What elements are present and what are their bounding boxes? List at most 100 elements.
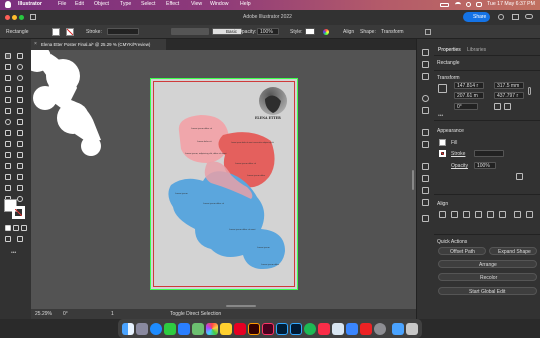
stroke-swatch-panel[interactable] — [439, 150, 446, 157]
brushes-panel-icon[interactable] — [422, 129, 429, 136]
properties-panel-icon[interactable] — [422, 49, 429, 56]
apple-icon[interactable] — [5, 1, 11, 8]
gradient-tool-icon[interactable] — [17, 152, 23, 158]
tab-properties[interactable]: Properties — [438, 48, 461, 53]
lasso-tool-icon[interactable] — [17, 64, 23, 70]
symbols-panel-icon[interactable] — [422, 141, 429, 148]
photos-icon[interactable] — [206, 323, 218, 335]
stroke-swatch[interactable] — [66, 28, 74, 36]
maps-icon[interactable] — [192, 323, 204, 335]
trash-icon[interactable] — [406, 323, 418, 335]
width-tool-icon[interactable] — [5, 130, 11, 136]
color-panel-icon[interactable] — [422, 95, 429, 102]
rotate-tool-icon[interactable] — [5, 119, 11, 125]
opacity-panel-field[interactable]: 100% — [474, 162, 496, 169]
opacity-field[interactable]: 100% — [257, 28, 279, 35]
artboard-tool-icon[interactable] — [5, 185, 11, 191]
variable-width-field[interactable] — [171, 28, 209, 35]
stroke-color-icon[interactable] — [12, 206, 25, 219]
menu-type[interactable]: Type — [120, 1, 131, 7]
lightroom-icon[interactable] — [290, 323, 302, 335]
free-transform-tool-icon[interactable] — [17, 130, 23, 136]
mesh-tool-icon[interactable] — [5, 152, 11, 158]
share-button[interactable]: Share — [463, 12, 490, 22]
flip-vertical-icon[interactable] — [504, 103, 511, 110]
zoom-window-icon[interactable] — [19, 15, 24, 20]
fill-swatch[interactable] — [52, 28, 60, 36]
color-mode-icon[interactable] — [5, 225, 11, 231]
gradient-mode-icon[interactable] — [13, 225, 19, 231]
illustrator-icon[interactable] — [248, 323, 260, 335]
align-bottom-icon[interactable] — [499, 211, 506, 218]
canvas[interactable]: ELENA ETTER Lorem ipsum dolor sit Lorem … — [31, 50, 416, 309]
messages-icon[interactable] — [164, 323, 176, 335]
menu-help[interactable]: Help — [240, 1, 251, 7]
w-field[interactable]: 317.5 mm — [494, 82, 524, 89]
artboard[interactable]: ELENA ETTER Lorem ipsum dolor sit Lorem … — [150, 78, 298, 290]
downloads-icon[interactable] — [392, 323, 404, 335]
zoom-tool-icon[interactable] — [17, 196, 23, 202]
arrange-button[interactable]: Arrange — [438, 260, 537, 268]
eraser-tool-icon[interactable] — [17, 108, 23, 114]
close-window-icon[interactable] — [5, 15, 10, 20]
cloud-icon[interactable] — [525, 14, 533, 19]
stroke-weight-field[interactable] — [107, 28, 139, 35]
stroke-panel-icon[interactable] — [422, 163, 429, 170]
more-tools-icon[interactable]: ••• — [11, 251, 16, 256]
style-field[interactable] — [305, 28, 315, 35]
distribute-2-icon[interactable] — [526, 211, 533, 218]
acrobat-icon[interactable] — [360, 323, 372, 335]
start-global-edit-button[interactable]: Start Global Edit — [438, 287, 537, 295]
shape-label[interactable]: Shape: — [360, 30, 376, 35]
none-mode-icon[interactable] — [21, 225, 27, 231]
control-center-icon[interactable] — [476, 2, 482, 7]
align-middle-icon[interactable] — [487, 211, 494, 218]
menu-window[interactable]: Window — [210, 1, 228, 7]
shape-builder-tool-icon[interactable] — [5, 141, 11, 147]
close-tab-icon[interactable]: × — [34, 42, 37, 47]
distribute-icon[interactable] — [514, 211, 521, 218]
fill-swatch-panel[interactable] — [439, 139, 446, 146]
perspective-grid-tool-icon[interactable] — [17, 141, 23, 147]
screen-mode-icon[interactable] — [17, 236, 23, 242]
keynote-icon[interactable] — [346, 323, 358, 335]
layers-panel-icon[interactable] — [422, 61, 429, 68]
minimize-window-icon[interactable] — [12, 15, 17, 20]
search-help-icon[interactable] — [498, 14, 504, 20]
align-center-icon[interactable] — [451, 211, 458, 218]
shaper-tool-icon[interactable] — [5, 108, 11, 114]
miro-icon[interactable] — [220, 323, 232, 335]
scale-tool-icon[interactable] — [17, 119, 23, 125]
draw-mode-icon[interactable] — [5, 236, 11, 242]
launchpad-icon[interactable] — [136, 323, 148, 335]
menu-select[interactable]: Select — [141, 1, 155, 7]
link-icon[interactable] — [528, 87, 531, 95]
page-number[interactable]: 1 — [111, 312, 114, 317]
menu-effect[interactable]: Effect — [166, 1, 179, 7]
safari-icon[interactable] — [150, 323, 162, 335]
expand-shape-button[interactable]: Expand Shape — [489, 247, 537, 255]
search-icon[interactable] — [466, 2, 471, 7]
transform-label[interactable]: Transform — [381, 30, 404, 35]
menu-edit[interactable]: Edit — [75, 1, 84, 7]
slice-tool-icon[interactable] — [17, 185, 23, 191]
reference-point-icon[interactable] — [438, 84, 447, 93]
rotation-value[interactable]: 0° — [63, 312, 68, 317]
menu-app[interactable]: Illustrator — [18, 1, 42, 7]
libraries-panel-icon[interactable] — [422, 73, 429, 80]
angle-field[interactable]: 0° — [454, 103, 478, 110]
zoom-level[interactable]: 25.29% — [35, 312, 52, 317]
pinterest-icon[interactable] — [234, 323, 246, 335]
curvature-tool-icon[interactable] — [17, 75, 23, 81]
pen-tool-icon[interactable] — [5, 75, 11, 81]
align-top-icon[interactable] — [475, 211, 482, 218]
menu-file[interactable]: File — [58, 1, 66, 7]
y-field[interactable]: 207.61 m — [454, 92, 484, 99]
rectangle-tool-icon[interactable] — [5, 97, 11, 103]
stroke-label-panel[interactable]: Stroke — [451, 152, 465, 157]
align-label[interactable]: Align — [343, 30, 354, 35]
finder-icon[interactable] — [122, 323, 134, 335]
eyedropper-tool-icon[interactable] — [5, 163, 11, 169]
white-blob-shape[interactable] — [31, 50, 111, 170]
menu-view[interactable]: View — [191, 1, 202, 7]
